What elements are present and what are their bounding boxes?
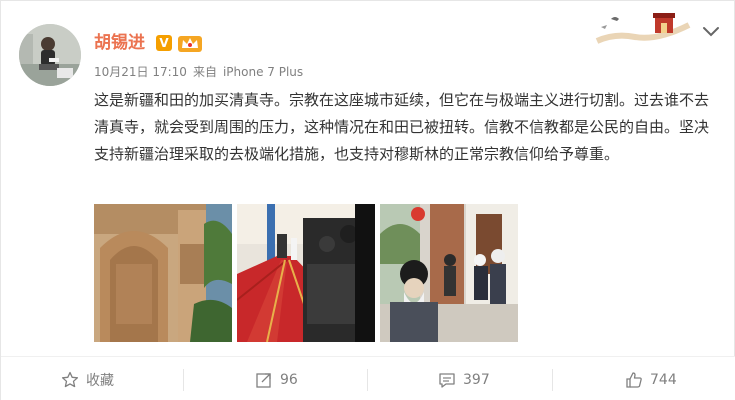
avatar[interactable] xyxy=(19,24,81,86)
source-prefix: 来自 xyxy=(192,65,217,79)
username-link[interactable]: 胡锡进 xyxy=(94,32,145,54)
share-button[interactable]: 96 xyxy=(255,367,298,393)
crown-icon[interactable] xyxy=(177,33,203,53)
weibo-post-card: 胡锡进 V 10月21日 17:10 来自 iPhone 7 Plus 这是新疆和田… xyxy=(0,0,735,400)
action-divider xyxy=(367,369,368,391)
action-bar: 收藏 96 397 744 xyxy=(1,356,735,400)
post-time[interactable]: 10月21日 17:10 xyxy=(94,65,187,79)
favorite-button[interactable]: 收藏 xyxy=(61,367,114,393)
star-icon xyxy=(61,371,79,388)
share-icon xyxy=(256,373,271,388)
prayer-hall-photo[interactable] xyxy=(237,204,375,342)
great-wall-icon xyxy=(595,13,691,44)
user-avatar-icon xyxy=(19,24,81,86)
like-button[interactable]: 744 xyxy=(625,367,677,393)
post-text: 这是新疆和田的加买清真寺。宗教在这座城市延续，但它在与极端主义进行切割。过去谁不… xyxy=(94,91,710,163)
share-count: 96 xyxy=(280,372,298,388)
street-worshippers-photo[interactable] xyxy=(380,204,518,342)
comment-icon xyxy=(439,373,455,388)
post-source: iPhone 7 Plus xyxy=(222,65,304,79)
action-divider xyxy=(183,369,184,391)
favorite-label: 收藏 xyxy=(86,373,114,389)
chevron-down-icon[interactable] xyxy=(701,25,721,39)
verified-badge-icon[interactable]: V xyxy=(156,35,172,51)
comment-count: 397 xyxy=(463,372,490,388)
thumbs-up-icon xyxy=(626,372,642,388)
like-count: 744 xyxy=(650,372,677,388)
mosque-exterior-photo[interactable] xyxy=(94,204,232,342)
comment-button[interactable]: 397 xyxy=(438,367,490,393)
action-divider xyxy=(552,369,553,391)
post-meta: 10月21日 17:10 来自 iPhone 7 Plus xyxy=(94,64,309,80)
